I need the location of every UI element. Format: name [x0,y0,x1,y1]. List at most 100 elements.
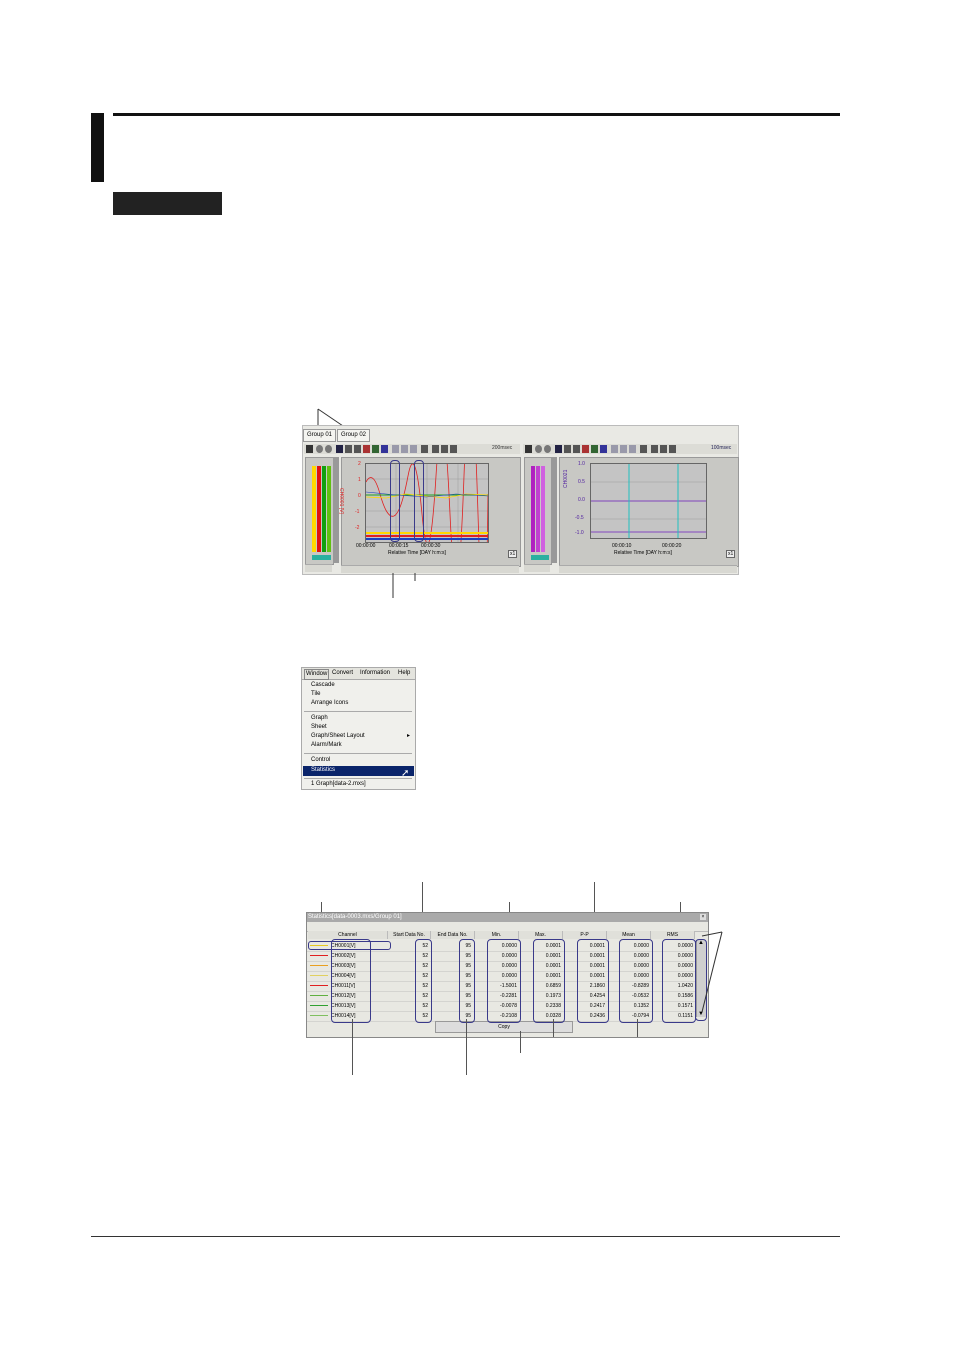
callout-line [553,1019,554,1037]
right-bar-panel [524,457,552,565]
bar-icon[interactable] [564,445,571,453]
column-icon[interactable] [573,445,580,453]
submenu-arrow-icon: ▸ [407,733,411,739]
menu-item-tile[interactable]: Tile [311,691,320,697]
channel-icon[interactable] [582,445,589,453]
marker-icon[interactable] [372,445,379,453]
section-label-box [113,192,222,215]
statistics-title: Statistics[data-0003.mxs/Group 01] [308,914,402,920]
col-header-start[interactable]: Start Data No. [388,931,431,939]
col-header-min[interactable]: Min. [475,931,519,939]
y-tick: 0 [358,493,361,499]
prev-icon[interactable] [441,445,448,453]
menu-item-recent-file[interactable]: 1 Graph[data-2.mxs] [311,781,366,787]
callout-line [466,1019,467,1075]
tab-group-02[interactable]: Group 02 [337,429,371,442]
fit-icon[interactable] [421,445,428,453]
col-header-max[interactable]: Max. [519,931,563,939]
menu-item-control[interactable]: Control [311,757,330,763]
left-bar-scroll[interactable] [305,564,332,572]
menu-information[interactable]: Information [360,669,390,678]
menu-item-graph[interactable]: Graph [311,715,328,721]
tab-label: Group 02 [341,432,367,438]
prev-icon[interactable] [660,445,667,453]
tab-group-01[interactable]: Group 01 [303,429,337,442]
zoom-in-icon[interactable] [535,445,542,453]
max-column-highlight [533,939,565,1023]
menu-separator [304,711,412,712]
menu-item-graph-sheet-layout[interactable]: Graph/Sheet Layout [311,733,365,739]
menu-convert[interactable]: Convert [332,669,353,678]
channel-color-swatch [310,1015,328,1016]
left-plot-scrollbar[interactable] [341,565,519,573]
menu-item-sheet[interactable]: Sheet [311,724,327,730]
header-rule [113,113,840,116]
zoom-ratio[interactable]: x1 [508,550,518,558]
channel-color-swatch [310,1005,328,1006]
jump-start-icon[interactable] [651,445,658,453]
y-axis-label: CH0001 [V] [338,488,344,514]
layout-1-icon[interactable] [392,445,399,453]
channel-color-swatch [310,975,328,976]
col-header-channel[interactable]: Channel [308,931,388,939]
column-icon[interactable] [354,445,361,453]
graph-window: Group 01 Group 02 200msec 2 1 0 -1 -2 CH… [302,425,739,575]
col-header-end[interactable]: End Data No. [431,931,475,939]
x-tick: 00:00:00 [356,543,376,549]
next-icon[interactable] [669,445,676,453]
col-header-mean[interactable]: Mean [607,931,651,939]
splitter[interactable] [552,457,557,563]
menu-item-statistics[interactable]: Statistics [311,767,335,773]
menu-window[interactable]: Window [304,669,330,680]
tab-label: Group 01 [307,432,333,438]
zoom-out-icon[interactable] [325,445,332,453]
right-graph-toolbar: 100msec [523,444,737,454]
cursor-icon[interactable] [336,445,343,453]
col-header-pp[interactable]: P-P [563,931,607,939]
alarm-icon[interactable] [381,445,388,453]
y-axis-label: CH0021 [563,469,569,488]
rms-column-highlight [662,939,696,1023]
layout-2-icon[interactable] [620,445,627,453]
close-icon[interactable]: × [700,914,706,920]
jump-start-icon[interactable] [432,445,439,453]
layout-3-icon[interactable] [410,445,417,453]
fit-icon[interactable] [640,445,647,453]
right-bar-scroll[interactable] [524,564,550,572]
menu-help[interactable]: Help [398,669,410,678]
channel-icon[interactable] [363,445,370,453]
left-plot-canvas [365,463,489,543]
layout-2-icon[interactable] [401,445,408,453]
alarm-icon[interactable] [600,445,607,453]
left-bar-panel [305,457,334,565]
zoom-out-icon[interactable] [544,445,551,453]
zoom-in-icon[interactable] [316,445,323,453]
menu-item-arrange-icons[interactable]: Arrange Icons [311,700,348,706]
menu-item-alarm-mark[interactable]: Alarm/Mark [311,742,342,748]
col-header-rms[interactable]: RMS [651,931,695,939]
channel-bar [536,466,540,552]
home-icon[interactable] [306,445,313,453]
left-graph-toolbar: 200msec [304,444,520,454]
home-icon[interactable] [525,445,532,453]
bar-icon[interactable] [345,445,352,453]
right-plot-scrollbar[interactable] [559,565,737,573]
layout-1-icon[interactable] [611,445,618,453]
channel-bar [327,466,331,552]
pp-column-highlight [577,939,609,1023]
y-tick: 0.0 [578,497,585,503]
y-tick: 0.5 [578,479,585,485]
layout-3-icon[interactable] [629,445,636,453]
channel-indicator [312,555,331,560]
menu-item-cascade[interactable]: Cascade [311,682,335,688]
y-tick: -2 [355,525,360,531]
cursor-icon[interactable] [555,445,562,453]
marker-icon[interactable] [591,445,598,453]
menu-bar: Window Convert Information Help [302,668,415,680]
next-icon[interactable] [450,445,457,453]
start-column-highlight [415,939,432,1023]
channel-color-swatch [310,985,328,986]
x-tick: 00:00:30 [421,543,441,549]
zoom-ratio[interactable]: x1 [726,550,736,558]
callout-line [520,1031,521,1053]
